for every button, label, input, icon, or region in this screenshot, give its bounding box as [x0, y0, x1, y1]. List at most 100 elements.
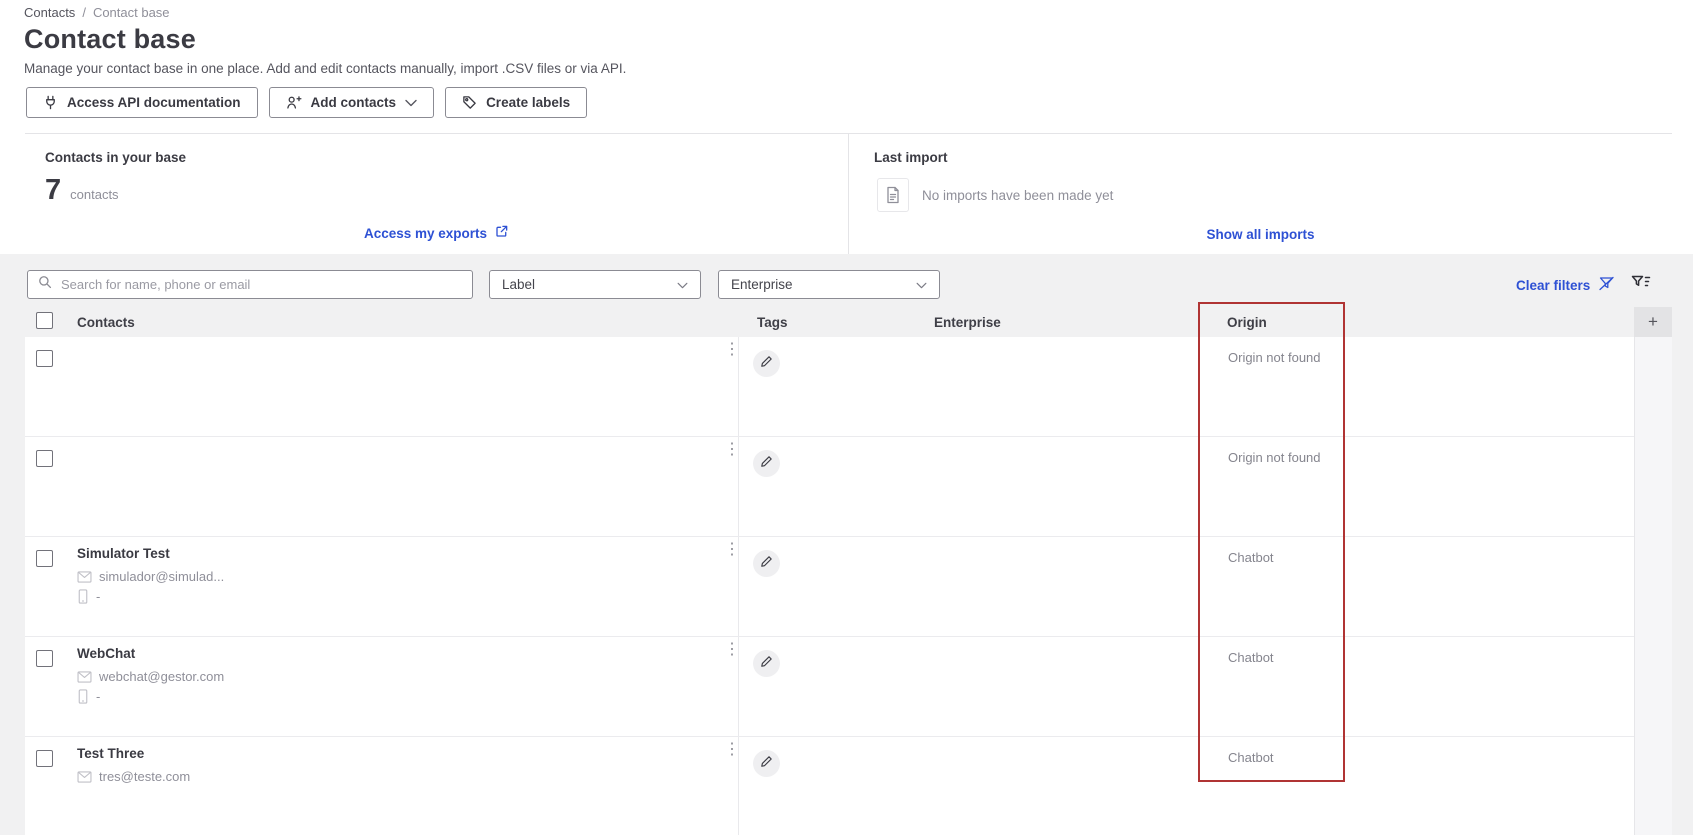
envelope-icon — [77, 570, 92, 583]
row-checkbox[interactable] — [36, 350, 53, 367]
table-row: WebChat webchat@gestor.com - ⋮ Chatbot — [25, 637, 1634, 737]
no-imports-row: No imports have been made yet — [877, 178, 1113, 212]
table-row: Simulator Test simulador@simulad... - ⋮ … — [25, 537, 1634, 637]
show-all-imports-label: Show all imports — [1206, 227, 1315, 242]
pencil-icon — [760, 655, 773, 673]
breadcrumb-contacts[interactable]: Contacts — [24, 5, 75, 20]
pencil-icon — [760, 755, 773, 773]
row-checkbox[interactable] — [36, 450, 53, 467]
contact-phone-row: - — [77, 589, 224, 604]
contact-email-row: tres@teste.com — [77, 769, 190, 784]
access-api-documentation-label: Access API documentation — [67, 95, 241, 110]
clear-filters-link[interactable]: Clear filters — [1516, 276, 1615, 294]
contact-phone: - — [96, 689, 101, 704]
table-row: ⋮ Origin not found — [25, 337, 1634, 437]
search-input[interactable] — [61, 277, 462, 292]
row-menu-button[interactable]: ⋮ — [724, 542, 740, 558]
column-header-enterprise[interactable]: Enterprise — [934, 315, 1001, 330]
contacts-card-title: Contacts in your base — [45, 150, 187, 165]
show-all-imports-link[interactable]: Show all imports — [849, 227, 1672, 242]
enterprise-filter-select[interactable]: Enterprise — [718, 270, 940, 299]
edit-tags-button[interactable] — [753, 450, 780, 477]
row-menu-button[interactable]: ⋮ — [724, 742, 740, 758]
pencil-icon — [760, 355, 773, 373]
contact-name: WebChat — [77, 646, 136, 661]
access-api-documentation-button[interactable]: Access API documentation — [26, 87, 258, 118]
contacts-table-body: ⋮ Origin not found ⋮ Origin not found Si… — [25, 337, 1634, 835]
select-all-checkbox[interactable] — [36, 312, 53, 329]
contact-email: webchat@gestor.com — [99, 669, 225, 684]
edit-tags-button[interactable] — [753, 550, 780, 577]
contact-cell: WebChat webchat@gestor.com - — [77, 644, 224, 704]
origin-value: Origin not found — [1228, 450, 1321, 465]
contact-search — [27, 270, 473, 299]
page-description: Manage your contact base in one place. A… — [24, 61, 627, 76]
last-import-title: Last import — [874, 150, 948, 165]
contact-cell: Test Three tres@teste.com — [77, 744, 190, 784]
filter-settings-button[interactable] — [1628, 271, 1654, 297]
column-header-contacts[interactable]: Contacts — [77, 315, 135, 330]
contacts-count-label: contacts — [70, 187, 119, 202]
access-my-exports-link[interactable]: Access my exports — [25, 224, 848, 242]
add-contacts-button[interactable]: Add contacts — [268, 87, 435, 118]
edit-tags-button[interactable] — [753, 350, 780, 377]
contact-email: tres@teste.com — [99, 769, 191, 784]
pencil-icon — [760, 455, 773, 473]
contact-cell: Simulator Test simulador@simulad... - — [77, 544, 224, 604]
origin-value: Origin not found — [1228, 350, 1321, 365]
filter-lines-icon — [1631, 274, 1651, 295]
edit-tags-button[interactable] — [753, 650, 780, 677]
add-column-button[interactable]: + — [1634, 307, 1672, 337]
person-plus-icon — [286, 95, 302, 110]
mobile-phone-icon — [77, 689, 89, 704]
table-header: Contacts Tags Enterprise Origin — [25, 307, 1634, 337]
clear-filter-icon — [1598, 276, 1615, 294]
chevron-down-icon — [916, 277, 927, 292]
tag-icon — [462, 95, 477, 110]
row-checkbox[interactable] — [36, 550, 53, 567]
row-menu-button[interactable]: ⋮ — [724, 442, 740, 458]
add-contacts-label: Add contacts — [310, 95, 397, 110]
row-checkbox[interactable] — [36, 750, 53, 767]
column-header-tags[interactable]: Tags — [757, 315, 788, 330]
enterprise-filter-value: Enterprise — [731, 277, 793, 292]
export-icon — [494, 224, 509, 242]
envelope-icon — [77, 770, 92, 783]
access-my-exports-label: Access my exports — [363, 225, 488, 241]
page-title: Contact base — [24, 24, 196, 54]
contact-name: Test Three — [77, 746, 145, 761]
row-checkbox[interactable] — [36, 650, 53, 667]
pencil-icon — [760, 555, 773, 573]
breadcrumb: Contacts / Contact base — [24, 5, 170, 20]
clear-filters-label: Clear filters — [1516, 277, 1591, 293]
edit-tags-button[interactable] — [753, 750, 780, 777]
table-row: ⋮ Origin not found — [25, 437, 1634, 537]
table-row: Test Three tres@teste.com ⋮ Chatbot — [25, 737, 1634, 835]
page-header-section: Contacts / Contact base Contact base Man… — [0, 0, 1693, 254]
no-imports-message: No imports have been made yet — [922, 187, 1114, 203]
contact-email: simulador@simulad... — [99, 569, 225, 584]
contacts-count-number: 7 — [45, 174, 62, 206]
column-header-origin[interactable]: Origin — [1227, 315, 1267, 330]
contact-name: Simulator Test — [77, 546, 170, 561]
contact-email-row: webchat@gestor.com — [77, 669, 224, 684]
origin-value: Chatbot — [1228, 650, 1274, 665]
row-menu-button[interactable]: ⋮ — [724, 642, 740, 658]
contact-base-page: Contacts / Contact base Contact base Man… — [0, 0, 1693, 835]
chevron-down-icon — [405, 99, 417, 107]
search-icon — [38, 275, 52, 294]
summary-cards: Contacts in your base 7 contacts Access … — [25, 133, 1672, 254]
contact-phone-row: - — [77, 689, 224, 704]
origin-value: Chatbot — [1228, 750, 1274, 765]
create-labels-button[interactable]: Create labels — [445, 87, 588, 118]
label-filter-value: Label — [502, 277, 536, 292]
breadcrumb-separator: / — [82, 5, 86, 20]
row-menu-button[interactable]: ⋮ — [724, 342, 740, 358]
last-import-card: Last import No imports have been made ye… — [848, 134, 1672, 254]
contacts-in-base-card: Contacts in your base 7 contacts Access … — [25, 134, 848, 254]
contact-phone: - — [96, 589, 101, 604]
breadcrumb-contact-base: Contact base — [92, 5, 170, 20]
mobile-phone-icon — [77, 589, 89, 604]
label-filter-select[interactable]: Label — [489, 270, 701, 299]
contact-email-row: simulador@simulad... — [77, 569, 224, 584]
